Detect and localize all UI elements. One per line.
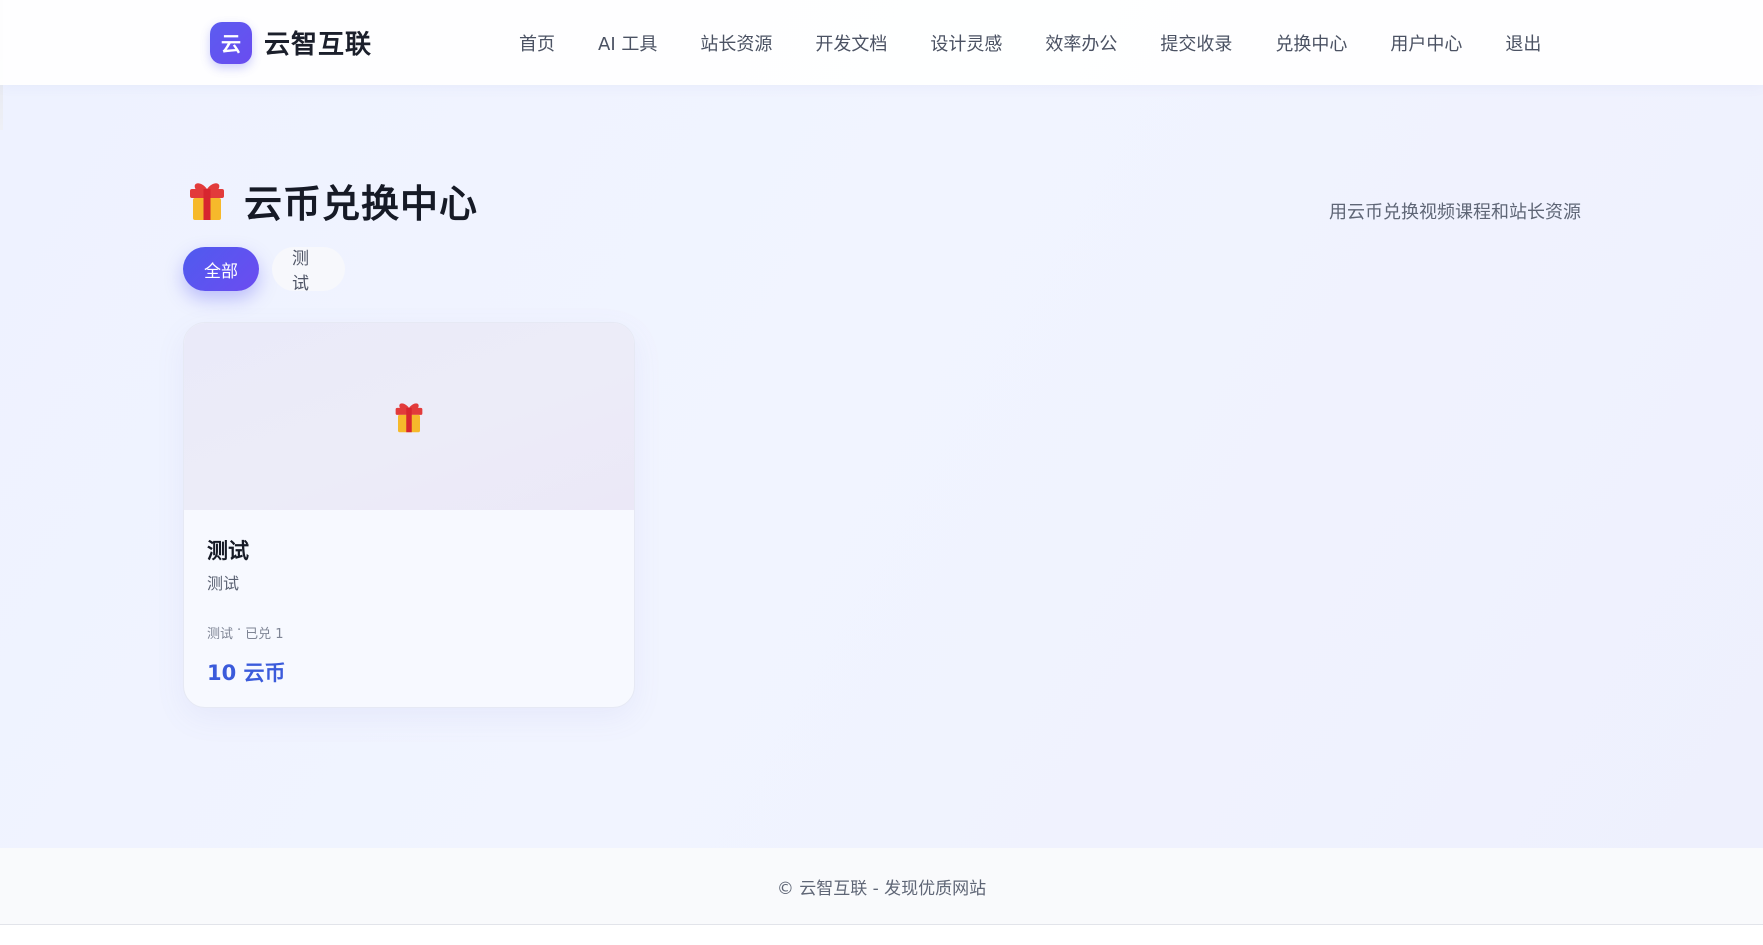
filter-all[interactable]: 全部	[183, 247, 259, 291]
nav-user-center[interactable]: 用户中心	[1390, 30, 1462, 56]
gift-icon	[188, 179, 226, 221]
nav-dev-docs[interactable]: 开发文档	[815, 30, 887, 56]
category-filters: 全部 测试	[183, 247, 358, 294]
card-category: 测试	[207, 627, 234, 642]
page-title: 云币兑换中心	[244, 181, 479, 226]
logo-badge: 云	[210, 21, 252, 64]
logo-text: 云	[221, 32, 241, 56]
meta-separator: ·	[237, 623, 242, 638]
top-header: 云 云智互联 首页 AI 工具 站长资源 开发文档 设计灵感 效率办公 提交收录…	[0, 0, 1763, 85]
footer-copyright: © 云智互联 - 发现优质网站	[776, 878, 987, 899]
page-heading: 云币兑换中心	[188, 174, 478, 226]
bottom-strip	[0, 925, 1763, 945]
nav-submit-site[interactable]: 提交收录	[1160, 30, 1232, 56]
filter-test[interactable]: 测试	[272, 247, 345, 294]
nav-redeem-center[interactable]: 兑换中心	[1275, 30, 1347, 56]
card-meta: 测试 · 已兑 1	[207, 623, 284, 642]
gift-icon	[394, 400, 424, 433]
brand-name: 云智互联	[264, 30, 373, 60]
card-redeemed-count: 已兑 1	[245, 627, 284, 642]
brand[interactable]: 云 云智互联	[210, 21, 372, 64]
nav-ai-tools[interactable]: AI 工具	[598, 30, 657, 56]
nav-home[interactable]: 首页	[519, 30, 555, 56]
nav-webmaster-resources[interactable]: 站长资源	[700, 30, 772, 56]
card-media	[184, 323, 634, 510]
nav-design-inspiration[interactable]: 设计灵感	[930, 30, 1002, 56]
footer: © 云智互联 - 发现优质网站	[0, 848, 1763, 925]
reward-card[interactable]: 测试 测试 测试 · 已兑 1 10 云币	[183, 322, 635, 708]
card-price: 10 云币	[207, 661, 286, 685]
main-nav: 首页 AI 工具 站长资源 开发文档 设计灵感 效率办公 提交收录 兑换中心 用…	[519, 30, 1541, 56]
card-description: 测试	[207, 574, 240, 593]
nav-logout[interactable]: 退出	[1505, 30, 1541, 56]
nav-productivity[interactable]: 效率办公	[1045, 30, 1117, 56]
card-title: 测试	[207, 539, 249, 563]
page-subtitle: 用云币兑换视频课程和站长资源	[1329, 202, 1581, 223]
